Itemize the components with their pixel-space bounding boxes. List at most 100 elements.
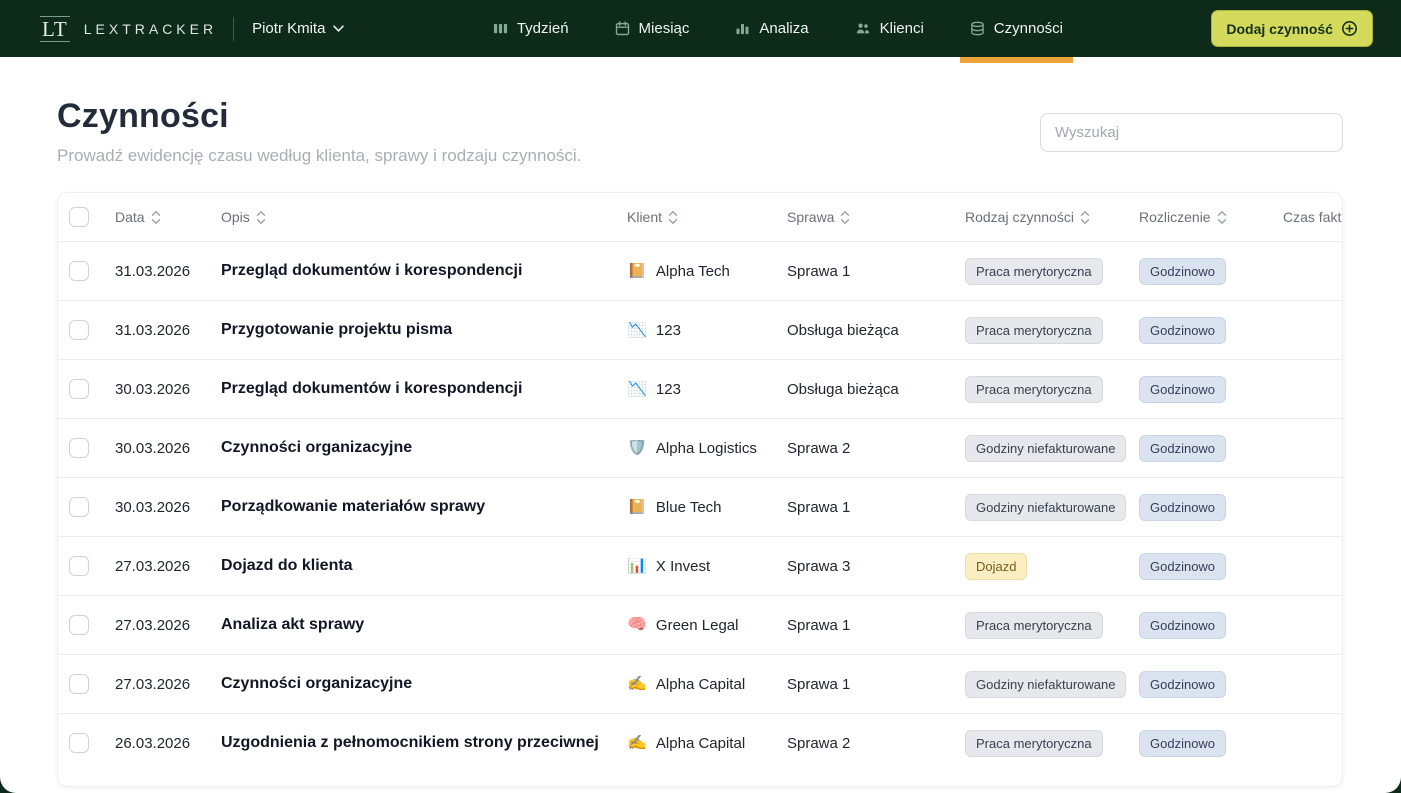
billing-badge: Godzinowo <box>1139 258 1226 285</box>
table-body: 31.03.2026 Przegląd dokumentów i korespo… <box>58 241 1342 772</box>
activities-table: Data Opis Klient Sprawa Rodzaj czynności… <box>57 192 1343 787</box>
billing-badge: Godzinowo <box>1139 730 1226 757</box>
row-case: Sprawa 2 <box>776 735 954 752</box>
column-header[interactable]: Czas fakturowany <box>1272 209 1343 225</box>
activity-type-badge: Godziny niefakturowane <box>965 435 1126 462</box>
nav-item-tydzień[interactable]: Tydzień <box>493 0 569 57</box>
column-header[interactable]: Opis <box>210 209 616 225</box>
client-icon: ✍️ <box>627 676 647 692</box>
row-description[interactable]: Przegląd dokumentów i korespondencji <box>210 262 616 280</box>
top-bar: LT LEXTRACKER Piotr Kmita Tydzień Miesią… <box>0 0 1401 57</box>
select-all-checkbox[interactable] <box>69 207 89 227</box>
sort-icon[interactable] <box>1080 210 1090 225</box>
row-checkbox[interactable] <box>69 379 89 399</box>
row-date: 31.03.2026 <box>104 322 210 339</box>
sort-icon[interactable] <box>840 210 850 225</box>
column-header[interactable]: Sprawa <box>776 209 954 225</box>
sort-icon[interactable] <box>1217 210 1227 225</box>
content-sheet: Czynności Prowadź ewidencję czasu według… <box>0 57 1401 793</box>
week-columns-icon <box>493 21 508 36</box>
row-date: 30.03.2026 <box>104 381 210 398</box>
table-row: 26.03.2026 Uzgodnienia z pełnomocnikiem … <box>58 713 1342 772</box>
row-checkbox[interactable] <box>69 261 89 281</box>
row-description[interactable]: Uzgodnienia z pełnomocnikiem strony prze… <box>210 734 616 752</box>
row-client: 🧠 Green Legal <box>616 617 776 634</box>
row-client: 📉 123 <box>616 381 776 398</box>
row-checkbox[interactable] <box>69 497 89 517</box>
column-header-label: Opis <box>221 209 250 225</box>
sort-icon[interactable] <box>668 210 678 225</box>
column-header[interactable]: Rodzaj czynności <box>954 209 1128 225</box>
page-head: Czynności Prowadź ewidencję czasu według… <box>0 57 1401 166</box>
add-activity-button[interactable]: Dodaj czynność <box>1211 10 1373 47</box>
table-row: 30.03.2026 Czynności organizacyjne 🛡️ Al… <box>58 418 1342 477</box>
row-date: 27.03.2026 <box>104 617 210 634</box>
row-description[interactable]: Dojazd do klienta <box>210 557 616 575</box>
row-case: Obsługa bieżąca <box>776 322 954 339</box>
logo: LT LEXTRACKER <box>40 16 217 42</box>
billing-badge: Godzinowo <box>1139 435 1226 462</box>
row-date: 27.03.2026 <box>104 676 210 693</box>
column-header[interactable]: Rozliczenie <box>1128 209 1272 225</box>
billing-badge: Godzinowo <box>1139 317 1226 344</box>
nav-item-klienci[interactable]: Klienci <box>855 0 924 57</box>
activity-type-badge: Godziny niefakturowane <box>965 494 1126 521</box>
row-description[interactable]: Analiza akt sprawy <box>210 616 616 634</box>
table-row: 30.03.2026 Przegląd dokumentów i korespo… <box>58 359 1342 418</box>
page-title: Czynności <box>57 97 581 136</box>
client-icon: 📔 <box>627 263 647 279</box>
billing-badge: Godzinowo <box>1139 376 1226 403</box>
row-case: Sprawa 1 <box>776 676 954 693</box>
row-checkbox[interactable] <box>69 320 89 340</box>
row-description[interactable]: Czynności organizacyjne <box>210 439 616 457</box>
sort-icon[interactable] <box>151 210 161 225</box>
search-input[interactable] <box>1040 113 1343 152</box>
user-name: Piotr Kmita <box>252 20 325 37</box>
table-row: 30.03.2026 Porządkowanie materiałów spra… <box>58 477 1342 536</box>
activity-type-badge: Praca merytoryczna <box>965 258 1103 285</box>
row-checkbox[interactable] <box>69 615 89 635</box>
billing-badge: Godzinowo <box>1139 612 1226 639</box>
client-icon: ✍️ <box>627 735 647 751</box>
column-header-label: Rodzaj czynności <box>965 209 1074 225</box>
column-header[interactable]: Data <box>104 209 210 225</box>
row-description[interactable]: Przygotowanie projektu pisma <box>210 321 616 339</box>
activity-type-badge: Praca merytoryczna <box>965 376 1103 403</box>
table-row: 27.03.2026 Dojazd do klienta 📊 X Invest … <box>58 536 1342 595</box>
row-case: Sprawa 2 <box>776 440 954 457</box>
row-checkbox[interactable] <box>69 556 89 576</box>
billing-badge: Godzinowo <box>1139 494 1226 521</box>
nav-item-label: Tydzień <box>517 20 569 37</box>
row-description[interactable]: Porządkowanie materiałów sprawy <box>210 498 616 516</box>
row-checkbox[interactable] <box>69 674 89 694</box>
activity-type-badge: Praca merytoryczna <box>965 317 1103 344</box>
user-menu-button[interactable]: Piotr Kmita <box>252 20 344 37</box>
nav-item-label: Analiza <box>759 20 808 37</box>
nav-item-czynności[interactable]: Czynności <box>970 0 1063 57</box>
nav-item-miesiąc[interactable]: Miesiąc <box>615 0 690 57</box>
row-client: 🛡️ Alpha Logistics <box>616 440 776 457</box>
row-description[interactable]: Czynności organizacyjne <box>210 675 616 693</box>
row-client: 📔 Blue Tech <box>616 499 776 516</box>
row-description[interactable]: Przegląd dokumentów i korespondencji <box>210 380 616 398</box>
column-header-label: Sprawa <box>787 209 834 225</box>
row-client: ✍️ Alpha Capital <box>616 735 776 752</box>
calendar-icon <box>615 21 630 36</box>
sort-icon[interactable] <box>256 210 266 225</box>
client-icon: 🛡️ <box>627 440 647 456</box>
clients-icon <box>855 21 871 36</box>
main-nav: Tydzień Miesiąc Analiza Klienci Czynnośc… <box>493 0 1063 57</box>
row-checkbox[interactable] <box>69 438 89 458</box>
nav-item-analiza[interactable]: Analiza <box>735 0 808 57</box>
row-case: Sprawa 1 <box>776 499 954 516</box>
column-header[interactable]: Klient <box>616 209 776 225</box>
client-name: 123 <box>656 381 681 398</box>
client-name: Green Legal <box>656 617 739 634</box>
nav-item-label: Czynności <box>994 20 1063 37</box>
row-client: 📊 X Invest <box>616 558 776 575</box>
row-checkbox[interactable] <box>69 733 89 753</box>
activity-type-badge: Praca merytoryczna <box>965 612 1103 639</box>
activities-icon <box>970 21 985 36</box>
row-date: 27.03.2026 <box>104 558 210 575</box>
plus-circle-icon <box>1341 20 1358 37</box>
